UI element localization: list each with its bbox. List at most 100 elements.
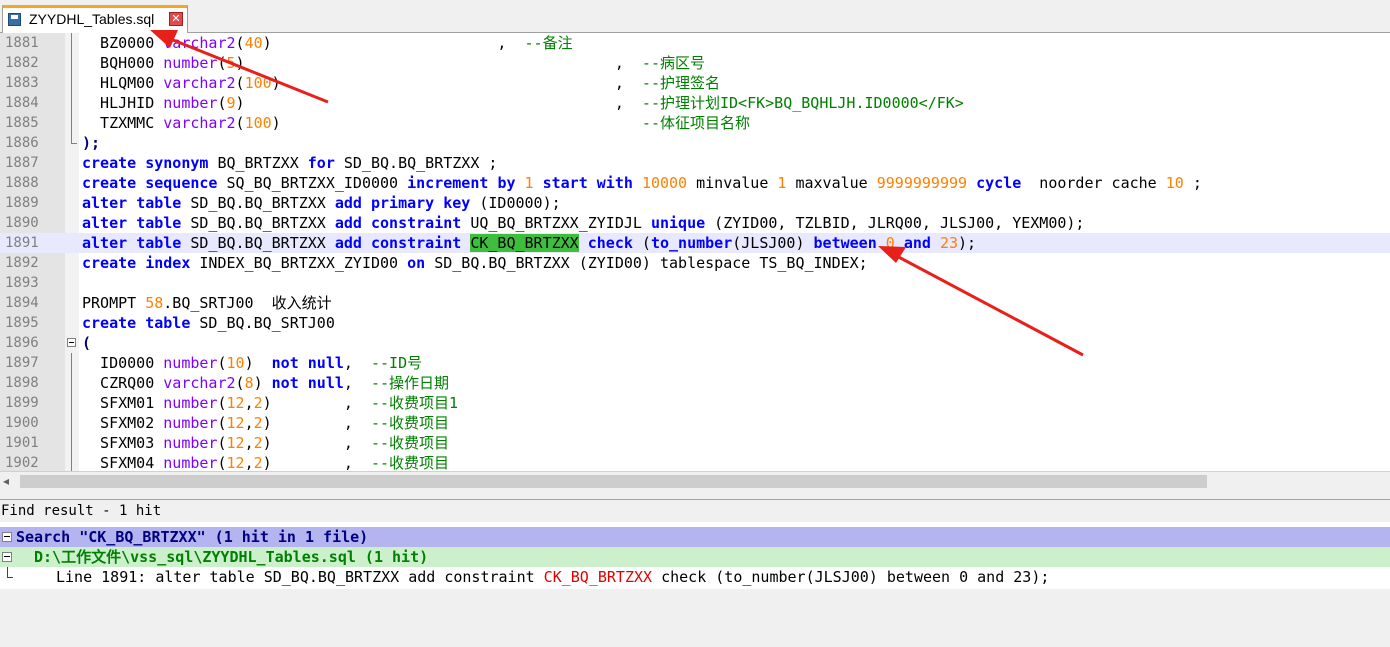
find-result-header: Find result - 1 hit bbox=[0, 500, 1390, 522]
code-line[interactable]: 1902 SFXM04 number(12,2) , --收费项目 bbox=[0, 453, 1390, 471]
code-token: ; bbox=[1183, 174, 1202, 192]
collapse-icon[interactable] bbox=[2, 527, 14, 547]
code-text: create table SD_BQ.BQ_SRTJ00 bbox=[82, 313, 335, 333]
code-line[interactable]: 1886); bbox=[0, 133, 1390, 153]
code-token: ); bbox=[82, 134, 101, 152]
code-token: 0 bbox=[885, 234, 895, 252]
code-token: HLJHID bbox=[82, 94, 164, 112]
code-token: number bbox=[163, 354, 218, 372]
code-line[interactable]: 1897 ID0000 number(10) not null, --ID号 bbox=[0, 353, 1390, 373]
line-number: 1889 bbox=[5, 195, 39, 211]
code-line[interactable]: 1894 PROMPT 58.BQ_SRTJ00 收入统计 bbox=[0, 293, 1390, 313]
code-text: ID0000 number(10) not null, --ID号 bbox=[82, 353, 422, 373]
code-line[interactable]: 1899 SFXM01 number(12,2) , --收费项目1 bbox=[0, 393, 1390, 413]
code-line[interactable]: 1881 BZ0000 varchar2(40) , --备注 bbox=[0, 33, 1390, 53]
code-line[interactable]: 1892 create index INDEX_BQ_BRTZXX_ZYID00 … bbox=[0, 253, 1390, 273]
line-number: 1895 bbox=[5, 315, 39, 331]
code-token: INDEX_BQ_BRTZXX_ZYID00 bbox=[190, 254, 408, 272]
code-token: ( bbox=[217, 354, 227, 372]
code-token: ( bbox=[217, 94, 227, 112]
code-token: varchar2 bbox=[163, 74, 236, 92]
code-line[interactable]: 1898 CZRQ00 varchar2(8) not null, --操作日期 bbox=[0, 373, 1390, 393]
code-line[interactable]: 1883 HLQM00 varchar2(100) , --护理签名 bbox=[0, 73, 1390, 93]
scrollbar-thumb[interactable] bbox=[20, 475, 1207, 488]
code-token: ( bbox=[217, 414, 227, 432]
code-token: number bbox=[163, 414, 218, 432]
code-token: , bbox=[244, 454, 254, 471]
code-editor[interactable]: 1881 BZ0000 varchar2(40) , --备注 1882 BQH0… bbox=[0, 33, 1390, 471]
code-token: 10 bbox=[1165, 174, 1184, 192]
code-line[interactable]: 1890 alter table SD_BQ.BQ_BRTZXX add cons… bbox=[0, 213, 1390, 233]
code-token: null bbox=[307, 374, 344, 392]
line-number: 1885 bbox=[5, 115, 39, 131]
tree-branch-icon bbox=[2, 567, 14, 587]
code-token: ) bbox=[253, 374, 272, 392]
tab-label: ZYYDHL_Tables.sql bbox=[29, 11, 155, 27]
close-tab-icon[interactable]: ✕ bbox=[169, 12, 183, 26]
result-hit: CK_BQ_BRTZXX bbox=[543, 568, 653, 586]
code-line[interactable]: 1884 HLJHID number(9) , --护理计划ID<FK>BQ_B… bbox=[0, 93, 1390, 113]
code-line[interactable]: 1882 BQH000 number(5) , --病区号 bbox=[0, 53, 1390, 73]
code-token: , bbox=[343, 354, 371, 372]
search-summary: Search "CK_BQ_BRTZXX" (1 hit in 1 file) bbox=[16, 528, 369, 546]
code-line[interactable]: 1893 bbox=[0, 273, 1390, 293]
code-line[interactable]: 1901 SFXM03 number(12,2) , --收费项目 bbox=[0, 433, 1390, 453]
fold-guide bbox=[66, 253, 78, 273]
code-token: constraint bbox=[371, 214, 462, 232]
code-token: number bbox=[163, 454, 218, 471]
code-token: .BQ_SRTJ00 收入统计 bbox=[163, 294, 332, 312]
code-token: ) bbox=[271, 74, 281, 92]
code-token: ( bbox=[235, 114, 245, 132]
code-token: minvalue bbox=[687, 174, 778, 192]
code-line[interactable]: 1900 SFXM02 number(12,2) , --收费项目 bbox=[0, 413, 1390, 433]
code-token: null bbox=[307, 354, 344, 372]
code-token: --备注 bbox=[524, 34, 573, 52]
code-token: 5 bbox=[226, 54, 236, 72]
code-text: CZRQ00 varchar2(8) not null, --操作日期 bbox=[82, 373, 449, 393]
code-token: varchar2 bbox=[163, 374, 236, 392]
code-token: add bbox=[334, 234, 362, 252]
tab-zyydhl-tables[interactable]: ZYYDHL_Tables.sql ✕ bbox=[2, 5, 188, 33]
file-entry-row[interactable]: D:\工作文件\vss_sql\ZYYDHL_Tables.sql (1 hit… bbox=[0, 547, 1390, 567]
code-line[interactable]: 1888 create sequence SQ_BQ_BRTZXX_ID0000 … bbox=[0, 173, 1390, 193]
code-line[interactable]: 1885 TZXMMC varchar2(100) --体征项目名称 bbox=[0, 113, 1390, 133]
code-token: ( bbox=[235, 74, 245, 92]
line-number: 1898 bbox=[5, 375, 39, 391]
code-token: ID0000 bbox=[82, 354, 164, 372]
code-text: create index INDEX_BQ_BRTZXX_ZYID00 on S… bbox=[82, 253, 868, 273]
code-text: HLJHID number(9) , --护理计划ID<FK>BQ_BQHLJH… bbox=[82, 93, 964, 113]
panel-splitter[interactable] bbox=[0, 491, 1390, 500]
code-line[interactable]: 1896 ( bbox=[0, 333, 1390, 353]
code-line[interactable]: 1891 alter table SD_BQ.BQ_BRTZXX add cons… bbox=[0, 233, 1390, 253]
code-token: --收费项目 bbox=[371, 414, 450, 432]
code-token: ( bbox=[235, 374, 245, 392]
code-token: BZ0000 bbox=[82, 34, 164, 52]
code-token: , bbox=[343, 374, 371, 392]
scroll-left-icon[interactable]: ◂ bbox=[3, 474, 9, 488]
fold-toggle-icon[interactable] bbox=[66, 333, 78, 353]
line-number: 1901 bbox=[5, 435, 39, 451]
code-token: --收费项目 bbox=[371, 434, 450, 452]
code-line[interactable]: 1889 alter table SD_BQ.BQ_BRTZXX add prim… bbox=[0, 193, 1390, 213]
code-token: , bbox=[244, 434, 254, 452]
fold-guide bbox=[66, 353, 78, 373]
collapse-icon[interactable] bbox=[2, 547, 14, 567]
find-result-title: Find result - 1 hit bbox=[1, 503, 162, 519]
horizontal-scrollbar[interactable]: ◂ bbox=[0, 471, 1390, 491]
code-token: unique bbox=[650, 214, 706, 232]
find-results-panel[interactable]: Search "CK_BQ_BRTZXX" (1 hit in 1 file) … bbox=[0, 522, 1390, 589]
code-line[interactable]: 1895 create table SD_BQ.BQ_SRTJ00 bbox=[0, 313, 1390, 333]
code-text: BQH000 number(5) , --病区号 bbox=[82, 53, 705, 73]
result-line-row[interactable]: Line 1891: alter table SD_BQ.BQ_BRTZXX a… bbox=[0, 567, 1390, 587]
code-token: create bbox=[82, 174, 137, 192]
code-token: primary bbox=[371, 194, 435, 212]
code-line[interactable]: 1887 create synonym BQ_BRTZXX for SD_BQ.B… bbox=[0, 153, 1390, 173]
search-summary-row[interactable]: Search "CK_BQ_BRTZXX" (1 hit in 1 file) bbox=[0, 527, 1390, 547]
